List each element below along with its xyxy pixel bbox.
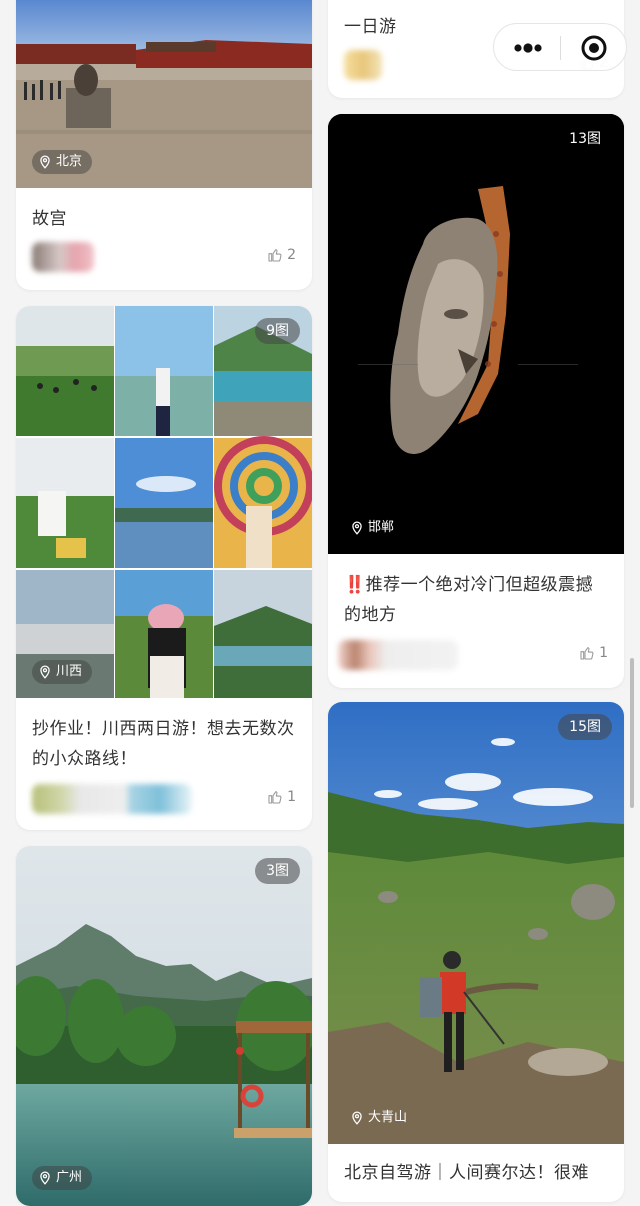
author-row: 1 bbox=[32, 784, 296, 816]
post-cover-image: 北京 bbox=[16, 0, 312, 188]
scrollbar[interactable] bbox=[630, 658, 634, 808]
post-card-guangzhou[interactable]: 3图 广州 bbox=[16, 846, 312, 1206]
location-pin-icon bbox=[38, 665, 52, 679]
target-close-icon[interactable] bbox=[580, 34, 608, 62]
post-card-gugong[interactable]: 北京 故宫 2 bbox=[16, 0, 312, 290]
image-count-badge: 13图 bbox=[569, 131, 601, 147]
location-name: 邯郸 bbox=[368, 520, 395, 535]
post-card-daqingshan[interactable]: 15图 大青山 北京自驾游｜人间赛尔达！很难 bbox=[328, 702, 624, 1202]
location-pin-icon bbox=[38, 155, 52, 169]
author-row: 1 bbox=[338, 640, 608, 672]
location-pin-icon bbox=[350, 1111, 364, 1125]
location-pin-icon bbox=[350, 521, 364, 535]
double-exclamation-emoji: ‼️ bbox=[344, 575, 366, 595]
like-count[interactable]: 2 bbox=[267, 247, 296, 263]
location-tag: 邯郸 bbox=[344, 516, 404, 540]
author-row: 2 bbox=[32, 242, 296, 274]
like-count[interactable]: 1 bbox=[579, 645, 608, 661]
image-count-badge: 3图 bbox=[255, 858, 300, 884]
thumb-up-icon bbox=[267, 789, 283, 805]
location-tag: 广州 bbox=[32, 1166, 93, 1190]
location-tag: 川西 bbox=[32, 660, 93, 684]
image-count-badge: 15图 bbox=[558, 714, 612, 740]
image-count-badge: 9图 bbox=[255, 318, 300, 344]
post-title: 故宫 bbox=[32, 209, 67, 229]
location-tag: 北京 bbox=[32, 150, 93, 174]
post-title-text: 推荐一个绝对冷门但超级震撼的地方 bbox=[344, 575, 594, 625]
miniprogram-capsule bbox=[493, 23, 627, 71]
location-pin-icon bbox=[38, 1171, 52, 1185]
more-dots-icon[interactable] bbox=[508, 36, 548, 60]
like-count[interactable]: 1 bbox=[267, 789, 296, 805]
location-name: 川西 bbox=[56, 664, 83, 679]
author-avatar-blurred bbox=[344, 50, 382, 80]
post-cover-image: 3图 广州 bbox=[16, 846, 312, 1206]
thumb-up-icon bbox=[579, 645, 595, 661]
author-avatar-blurred bbox=[32, 784, 192, 814]
post-title: 抄作业！川西两日游！想去无数次的小众路线！ bbox=[32, 719, 295, 769]
location-name: 大青山 bbox=[368, 1110, 408, 1125]
location-tag: 大青山 bbox=[344, 1106, 417, 1130]
location-name: 北京 bbox=[56, 154, 83, 169]
post-cover-image: 15图 大青山 bbox=[328, 702, 624, 1144]
post-card-handan[interactable]: 13图 邯郸 ‼️推荐一个绝对冷门但超级震撼的地方 1 bbox=[328, 114, 624, 688]
location-name: 广州 bbox=[56, 1170, 83, 1185]
capsule-divider bbox=[560, 36, 561, 60]
post-cover-collage: 9图 川西 bbox=[16, 306, 312, 698]
post-title: 北京自驾游｜人间赛尔达！很难 bbox=[344, 1163, 589, 1183]
post-card-chuanxi[interactable]: 9图 川西 抄作业！川西两日游！想去无数次的小众路线！ 1 bbox=[16, 306, 312, 830]
post-title: ‼️推荐一个绝对冷门但超级震撼的地方 bbox=[344, 570, 608, 630]
author-avatar-blurred bbox=[32, 242, 94, 272]
thumb-up-icon bbox=[267, 247, 283, 263]
author-avatar-blurred bbox=[338, 640, 458, 670]
post-cover-image: 13图 邯郸 bbox=[328, 114, 624, 554]
